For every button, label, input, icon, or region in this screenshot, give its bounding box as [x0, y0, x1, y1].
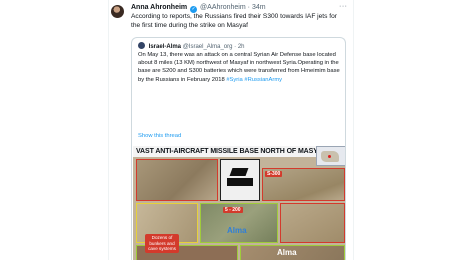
map-title: VAST ANTI-AIRCRAFT MISSILE BASE NORTH OF…: [133, 146, 345, 157]
show-thread-link[interactable]: Show this thread: [138, 133, 181, 139]
tweet-header: Anna Ahronheim ✓ @AAhronheim · 34m: [131, 3, 351, 13]
quoted-author-handle[interactable]: @Israel_Alma_org: [183, 44, 233, 50]
quoted-author-name[interactable]: Israel-Alma: [149, 44, 181, 50]
hashtag-links[interactable]: #Syria #RussianArmy: [226, 77, 282, 83]
satellite-panel-1: [136, 159, 218, 201]
location-marker-icon: [328, 155, 331, 158]
alma-watermark-center: Alma: [227, 226, 247, 235]
label-s300: S-300: [265, 171, 283, 177]
alma-watermark: Alma: [277, 248, 297, 257]
launcher-tubes-icon: [229, 168, 249, 176]
launcher-panel: [220, 159, 260, 201]
quoted-author-avatar[interactable]: [138, 42, 145, 49]
tweet-text: According to reports, the Russians fired…: [131, 13, 337, 29]
verified-badge-icon: ✓: [190, 6, 198, 13]
author-handle[interactable]: @AAhronheim: [200, 4, 246, 11]
dot-separator: ·: [247, 4, 250, 11]
quoted-tweet-header: Israel-Alma @Israel_Alma_org · 2h: [138, 42, 245, 50]
satellite-panel-center: 5 - 200 Alma: [200, 203, 278, 243]
author-name[interactable]: Anna Ahronheim: [131, 4, 187, 11]
syria-inset-map: [316, 146, 345, 166]
satellite-panel-4: [280, 203, 345, 243]
quoted-tweet[interactable]: Israel-Alma @Israel_Alma_org · 2h On May…: [131, 37, 346, 260]
tweet-time[interactable]: 34m: [252, 4, 266, 11]
attached-map-image[interactable]: VAST ANTI-AIRCRAFT MISSILE BASE NORTH OF…: [133, 146, 345, 260]
quoted-tweet-text: On May 13, there was an attack on a cent…: [138, 51, 343, 84]
quoted-dot-separator: ·: [234, 44, 237, 50]
quoted-tweet-time[interactable]: 2h: [238, 44, 245, 50]
author-avatar[interactable]: [111, 5, 124, 18]
satellite-panel-6: Alma: [240, 245, 345, 260]
more-dots-icon[interactable]: ···: [339, 3, 348, 10]
satellite-panel-2: S-300: [262, 168, 345, 201]
bunkers-callout: Dozens of bunkers and cave systems: [145, 234, 179, 253]
label-s200: 5 - 200: [223, 207, 243, 213]
launcher-icon: [227, 178, 253, 186]
